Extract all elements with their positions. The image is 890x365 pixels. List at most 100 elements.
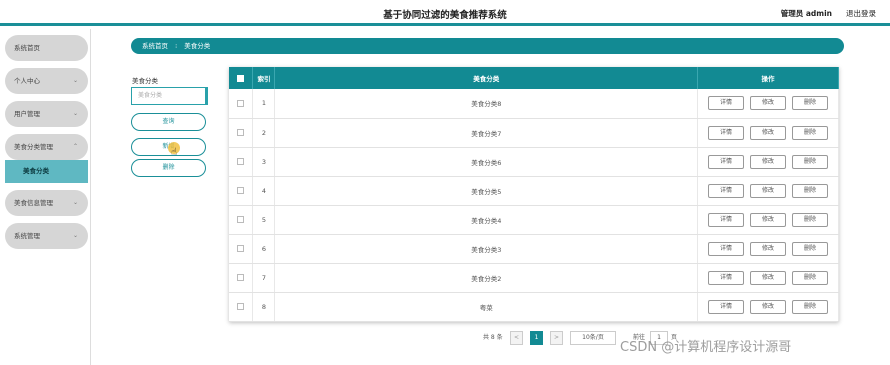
delete-button[interactable]: 删除 (131, 159, 206, 177)
table-row: 2 美食分类7 详情 修改 删除 (229, 118, 839, 148)
row-checkbox[interactable] (237, 99, 245, 107)
row-actions: 详情 修改 删除 (697, 205, 839, 235)
filter-label: 美食分类 (132, 77, 158, 85)
row-category: 美食分类5 (274, 176, 699, 206)
row-actions: 详情 修改 删除 (697, 292, 839, 322)
row-select-cell[interactable] (229, 176, 254, 206)
sidebar-item-home[interactable]: 系统首页 (5, 35, 88, 61)
row-select-cell[interactable] (229, 234, 254, 264)
row-delete-button[interactable]: 删除 (792, 270, 829, 285)
sidebar-subitem-food-category[interactable]: 美食分类 (5, 160, 88, 183)
table-row: 1 美食分类8 详情 修改 删除 (229, 89, 839, 119)
row-select-cell[interactable] (229, 263, 254, 293)
row-delete-button[interactable]: 删除 (792, 212, 829, 227)
chevron-up-icon: ⌃ (72, 143, 78, 150)
edit-button[interactable]: 修改 (750, 154, 787, 169)
watermark: CSDN @计算机程序设计源哥 (620, 340, 792, 355)
row-actions: 详情 修改 删除 (697, 176, 839, 206)
row-category: 美食分类2 (274, 263, 699, 293)
sidebar-item-label: 美食信息管理 (14, 199, 53, 207)
row-checkbox[interactable] (237, 187, 245, 194)
detail-button[interactable]: 详情 (708, 125, 745, 140)
row-delete-button[interactable]: 删除 (792, 96, 829, 111)
edit-button[interactable]: 修改 (750, 212, 787, 227)
breadcrumb-home[interactable]: 系统首页 (142, 42, 168, 50)
sidebar-item-users[interactable]: 用户管理 ⌄ (5, 101, 88, 127)
row-actions: 详情 修改 删除 (697, 234, 839, 264)
top-bar: 基于协同过滤的美食推荐系统 管理员 admin 退出登录 (0, 0, 890, 26)
select-all-checkbox[interactable] (237, 74, 245, 82)
row-actions: 详情 修改 删除 (697, 263, 839, 293)
row-delete-button[interactable]: 删除 (792, 299, 829, 314)
header-index: 索引 (252, 67, 276, 89)
edit-button[interactable]: 修改 (750, 125, 787, 140)
row-actions: 详情 修改 删除 (697, 147, 839, 177)
pagination-total: 共 8 条 (483, 334, 503, 341)
row-index: 4 (252, 176, 276, 206)
row-index: 5 (252, 205, 276, 235)
detail-button[interactable]: 详情 (708, 270, 745, 285)
sidebar-item-system[interactable]: 系统管理 ⌄ (5, 223, 88, 249)
sidebar-item-profile[interactable]: 个人中心 ⌄ (5, 68, 88, 94)
sidebar-item-label: 用户管理 (14, 110, 40, 118)
sidebar-item-food-info[interactable]: 美食信息管理 ⌄ (5, 190, 88, 216)
row-select-cell[interactable] (229, 205, 254, 235)
row-checkbox[interactable] (237, 216, 245, 223)
row-index: 3 (252, 147, 276, 177)
sidebar-item-label: 系统首页 (14, 44, 40, 52)
row-checkbox[interactable] (237, 303, 245, 310)
edit-button[interactable]: 修改 (750, 183, 787, 198)
row-checkbox[interactable] (237, 245, 245, 252)
query-button[interactable]: 查询 (131, 113, 206, 131)
prev-page-button[interactable]: < (510, 331, 523, 345)
edit-button[interactable]: 修改 (750, 241, 787, 256)
row-checkbox[interactable] (237, 158, 245, 165)
row-delete-button[interactable]: 删除 (792, 154, 829, 169)
admin-user[interactable]: 管理员 admin (781, 8, 832, 19)
sidebar: 系统首页 个人中心 ⌄ 用户管理 ⌄ 美食分类管理 ⌃ 美食分类 美食信息管理 … (0, 29, 91, 365)
category-table: 索引 美食分类 操作 1 美食分类8 详情 修改 删除 2 美食分类7 详情 修改 删除 3 美食分类… (229, 67, 839, 322)
detail-button[interactable]: 详情 (708, 299, 745, 314)
row-delete-button[interactable]: 删除 (792, 183, 829, 198)
row-select-cell[interactable] (229, 292, 254, 322)
sidebar-item-label: 系统管理 (14, 232, 40, 240)
detail-button[interactable]: 详情 (708, 212, 745, 227)
breadcrumb-current: 美食分类 (184, 42, 211, 50)
edit-button[interactable]: 修改 (750, 299, 787, 314)
row-select-cell[interactable] (229, 147, 254, 177)
table-row: 5 美食分类4 详情 修改 删除 (229, 205, 839, 235)
app-title: 基于协同过滤的美食推荐系统 (383, 10, 507, 21)
table-row: 7 美食分类2 详情 修改 删除 (229, 263, 839, 293)
select-all-header[interactable] (229, 67, 254, 89)
edit-button[interactable]: 修改 (750, 270, 787, 285)
header-category: 美食分类 (274, 67, 699, 89)
breadcrumb: 系统首页 ⁝ 美食分类 (131, 38, 844, 54)
row-delete-button[interactable]: 删除 (792, 241, 829, 256)
row-delete-button[interactable]: 删除 (792, 125, 829, 140)
row-select-cell[interactable] (229, 89, 254, 119)
logout-link[interactable]: 退出登录 (846, 8, 876, 19)
chevron-down-icon: ⌄ (72, 77, 78, 84)
row-checkbox[interactable] (237, 274, 245, 281)
detail-button[interactable]: 详情 (708, 183, 745, 198)
page-1-button[interactable]: 1 (530, 331, 543, 345)
row-index: 2 (252, 118, 276, 148)
breadcrumb-separator: ⁝ (175, 42, 178, 50)
table-row: 8 粤菜 详情 修改 删除 (229, 292, 839, 322)
row-checkbox[interactable] (237, 129, 245, 136)
next-page-button[interactable]: > (550, 331, 563, 345)
table-row: 3 美食分类6 详情 修改 删除 (229, 147, 839, 177)
detail-button[interactable]: 详情 (708, 241, 745, 256)
row-category: 美食分类7 (274, 118, 699, 148)
page-size-select[interactable]: 10条/页 (570, 331, 616, 345)
row-index: 7 (252, 263, 276, 293)
sidebar-item-category-mgmt[interactable]: 美食分类管理 ⌃ (5, 134, 88, 160)
detail-button[interactable]: 详情 (708, 96, 745, 111)
row-select-cell[interactable] (229, 118, 254, 148)
category-search-input[interactable]: 美食分类 (131, 87, 208, 105)
edit-button[interactable]: 修改 (750, 96, 787, 111)
detail-button[interactable]: 详情 (708, 154, 745, 169)
chevron-down-icon: ⌄ (72, 232, 78, 239)
table-row: 6 美食分类3 详情 修改 删除 (229, 234, 839, 264)
table-header-row: 索引 美食分类 操作 (229, 67, 839, 89)
